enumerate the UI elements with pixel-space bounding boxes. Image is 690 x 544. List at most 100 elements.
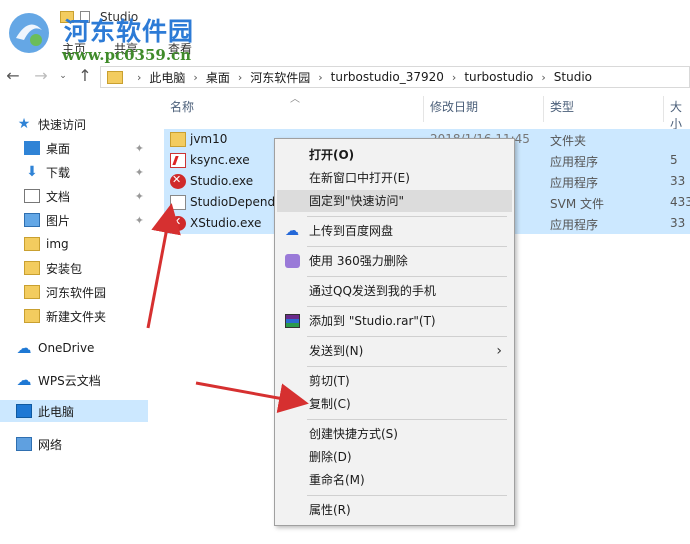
nav-item-quick-access[interactable]: ★ 快速访问 <box>0 113 150 135</box>
winrar-icon <box>285 314 300 328</box>
menu-item-label: 复制(C) <box>309 397 351 411</box>
up-arrow-icon[interactable]: ↑ <box>76 67 94 85</box>
breadcrumb-turbostudio-37920[interactable]: turbostudio_37920 <box>331 70 444 84</box>
nav-item-label: 网络 <box>38 437 63 452</box>
nav-item-label: 新建文件夹 <box>46 309 107 324</box>
menu-item-label: 通过QQ发送到我的手机 <box>309 284 436 298</box>
watermark-title: 河东软件园 <box>64 17 195 46</box>
navigation-pane: ★ 快速访问 桌面 ✦ ⬇ 下载 ✦ 文档 ✦ 图片 ✦ img 安装包 河东软… <box>0 100 150 544</box>
menu-separator <box>307 306 507 307</box>
nav-item-label: 文档 <box>46 189 71 204</box>
download-icon: ⬇ <box>26 164 38 180</box>
document-icon <box>24 189 40 203</box>
studio-app-icon <box>170 173 186 189</box>
menu-separator <box>307 495 507 496</box>
menu-separator <box>307 246 507 247</box>
menu-item-label: 属性(R) <box>309 503 351 517</box>
column-divider[interactable] <box>543 96 544 122</box>
menu-item-cut[interactable]: 剪切(T) <box>277 370 512 392</box>
breadcrumb-turbostudio[interactable]: turbostudio <box>464 70 533 84</box>
file-type: 应用程序 <box>550 218 599 232</box>
breadcrumb-hedong[interactable]: 河东软件园 <box>250 69 310 86</box>
file-size: 33 <box>670 216 686 230</box>
nav-item-img[interactable]: img <box>0 233 150 255</box>
watermark-logo-icon <box>9 13 49 53</box>
menu-item-rename[interactable]: 重命名(M) <box>277 469 512 491</box>
folder-icon <box>24 285 40 299</box>
nav-item-wps-cloud[interactable]: ☁ WPS云文档 <box>0 369 150 391</box>
recent-dropdown-icon[interactable]: ⌄ <box>54 67 72 85</box>
file-name: XStudio.exe <box>190 216 262 230</box>
chevron-right-icon: › <box>237 70 243 84</box>
nav-item-downloads[interactable]: ⬇ 下载 ✦ <box>0 161 150 183</box>
ksync-app-icon <box>170 153 186 168</box>
menu-item-label: 添加到 "Studio.rar"(T) <box>309 314 436 328</box>
desktop-icon <box>24 141 40 155</box>
menu-separator <box>307 276 507 277</box>
wps-cloud-icon: ☁ <box>16 371 32 389</box>
menu-separator <box>307 366 507 367</box>
chevron-right-icon: › <box>318 70 323 84</box>
nav-item-this-pc[interactable]: 此电脑 <box>0 400 148 422</box>
menu-item-360-delete[interactable]: 使用 360强力删除 <box>277 250 512 272</box>
menu-item-add-to-rar[interactable]: 添加到 "Studio.rar"(T) <box>277 310 512 332</box>
chevron-right-icon: › <box>451 70 457 84</box>
nav-item-hedong[interactable]: 河东软件园 <box>0 281 150 303</box>
pin-icon[interactable]: ✦ <box>135 214 144 227</box>
address-bar[interactable]: › 此电脑 › 桌面 › 河东软件园 › turbostudio_37920 ›… <box>100 66 690 88</box>
menu-item-pin-quick-access[interactable]: 固定到"快速访问" <box>277 190 512 212</box>
menu-item-send-to[interactable]: 发送到(N) › <box>277 340 512 362</box>
file-type: 文件夹 <box>550 134 587 148</box>
forward-arrow-icon[interactable]: → <box>32 67 50 85</box>
address-folder-icon <box>107 70 123 84</box>
back-arrow-icon[interactable]: ← <box>4 67 22 85</box>
folder-icon <box>170 132 186 147</box>
column-header-name[interactable]: 名称 <box>170 98 194 122</box>
nav-item-pictures[interactable]: 图片 ✦ <box>0 209 150 231</box>
menu-item-copy[interactable]: 复制(C) <box>277 393 512 415</box>
breadcrumb-desktop[interactable]: 桌面 <box>206 69 230 86</box>
baidu-netdisk-icon: ☁ <box>285 223 299 239</box>
column-divider[interactable] <box>663 96 664 122</box>
breadcrumb-studio[interactable]: Studio <box>554 70 592 84</box>
menu-item-qq-send[interactable]: 通过QQ发送到我的手机 <box>277 280 512 302</box>
folder-icon <box>24 237 40 251</box>
nav-item-new-folder[interactable]: 新建文件夹 <box>0 305 150 327</box>
file-name: jvm10 <box>190 132 228 146</box>
file-name: StudioDepend <box>190 195 276 209</box>
star-icon: ★ <box>17 116 31 132</box>
nav-item-desktop[interactable]: 桌面 ✦ <box>0 137 150 159</box>
column-header-size[interactable]: 大小 <box>670 98 690 131</box>
column-divider[interactable] <box>423 96 424 122</box>
menu-item-open[interactable]: 打开(O) <box>277 144 512 166</box>
folder-icon <box>24 309 40 323</box>
file-size: 433 <box>670 195 690 209</box>
context-menu: 打开(O) 在新窗口中打开(E) 固定到"快速访问" ☁ 上传到百度网盘 使用 … <box>274 138 515 526</box>
nav-item-onedrive[interactable]: ☁ OneDrive <box>0 337 150 359</box>
file-icon <box>170 195 186 210</box>
nav-item-network[interactable]: 网络 <box>0 433 150 455</box>
menu-item-delete[interactable]: 删除(D) <box>277 446 512 468</box>
column-header-date[interactable]: 修改日期 <box>430 98 478 122</box>
nav-item-documents[interactable]: 文档 ✦ <box>0 185 150 207</box>
menu-item-label: 固定到"快速访问" <box>309 194 405 208</box>
menu-item-upload-baidu[interactable]: ☁ 上传到百度网盘 <box>277 220 512 242</box>
breadcrumb-this-pc[interactable]: 此电脑 <box>149 69 185 86</box>
file-type: SVM 文件 <box>550 197 604 211</box>
menu-item-label: 上传到百度网盘 <box>309 224 394 238</box>
nav-item-install-packages[interactable]: 安装包 <box>0 257 150 279</box>
menu-item-properties[interactable]: 属性(R) <box>277 499 512 521</box>
file-size: 5 <box>670 153 678 167</box>
menu-item-label: 创建快捷方式(S) <box>309 427 398 441</box>
menu-item-open-new-window[interactable]: 在新窗口中打开(E) <box>277 167 512 189</box>
chevron-right-icon: › <box>496 343 502 359</box>
watermark-url: www.pc0359.cn <box>62 46 192 64</box>
column-header-type[interactable]: 类型 <box>550 98 574 122</box>
pin-icon[interactable]: ✦ <box>135 166 144 179</box>
network-icon <box>16 437 32 451</box>
pin-icon[interactable]: ✦ <box>135 142 144 155</box>
pin-icon[interactable]: ✦ <box>135 190 144 203</box>
nav-item-label: 此电脑 <box>38 404 75 419</box>
pictures-icon <box>24 213 40 227</box>
menu-item-create-shortcut[interactable]: 创建快捷方式(S) <box>277 423 512 445</box>
